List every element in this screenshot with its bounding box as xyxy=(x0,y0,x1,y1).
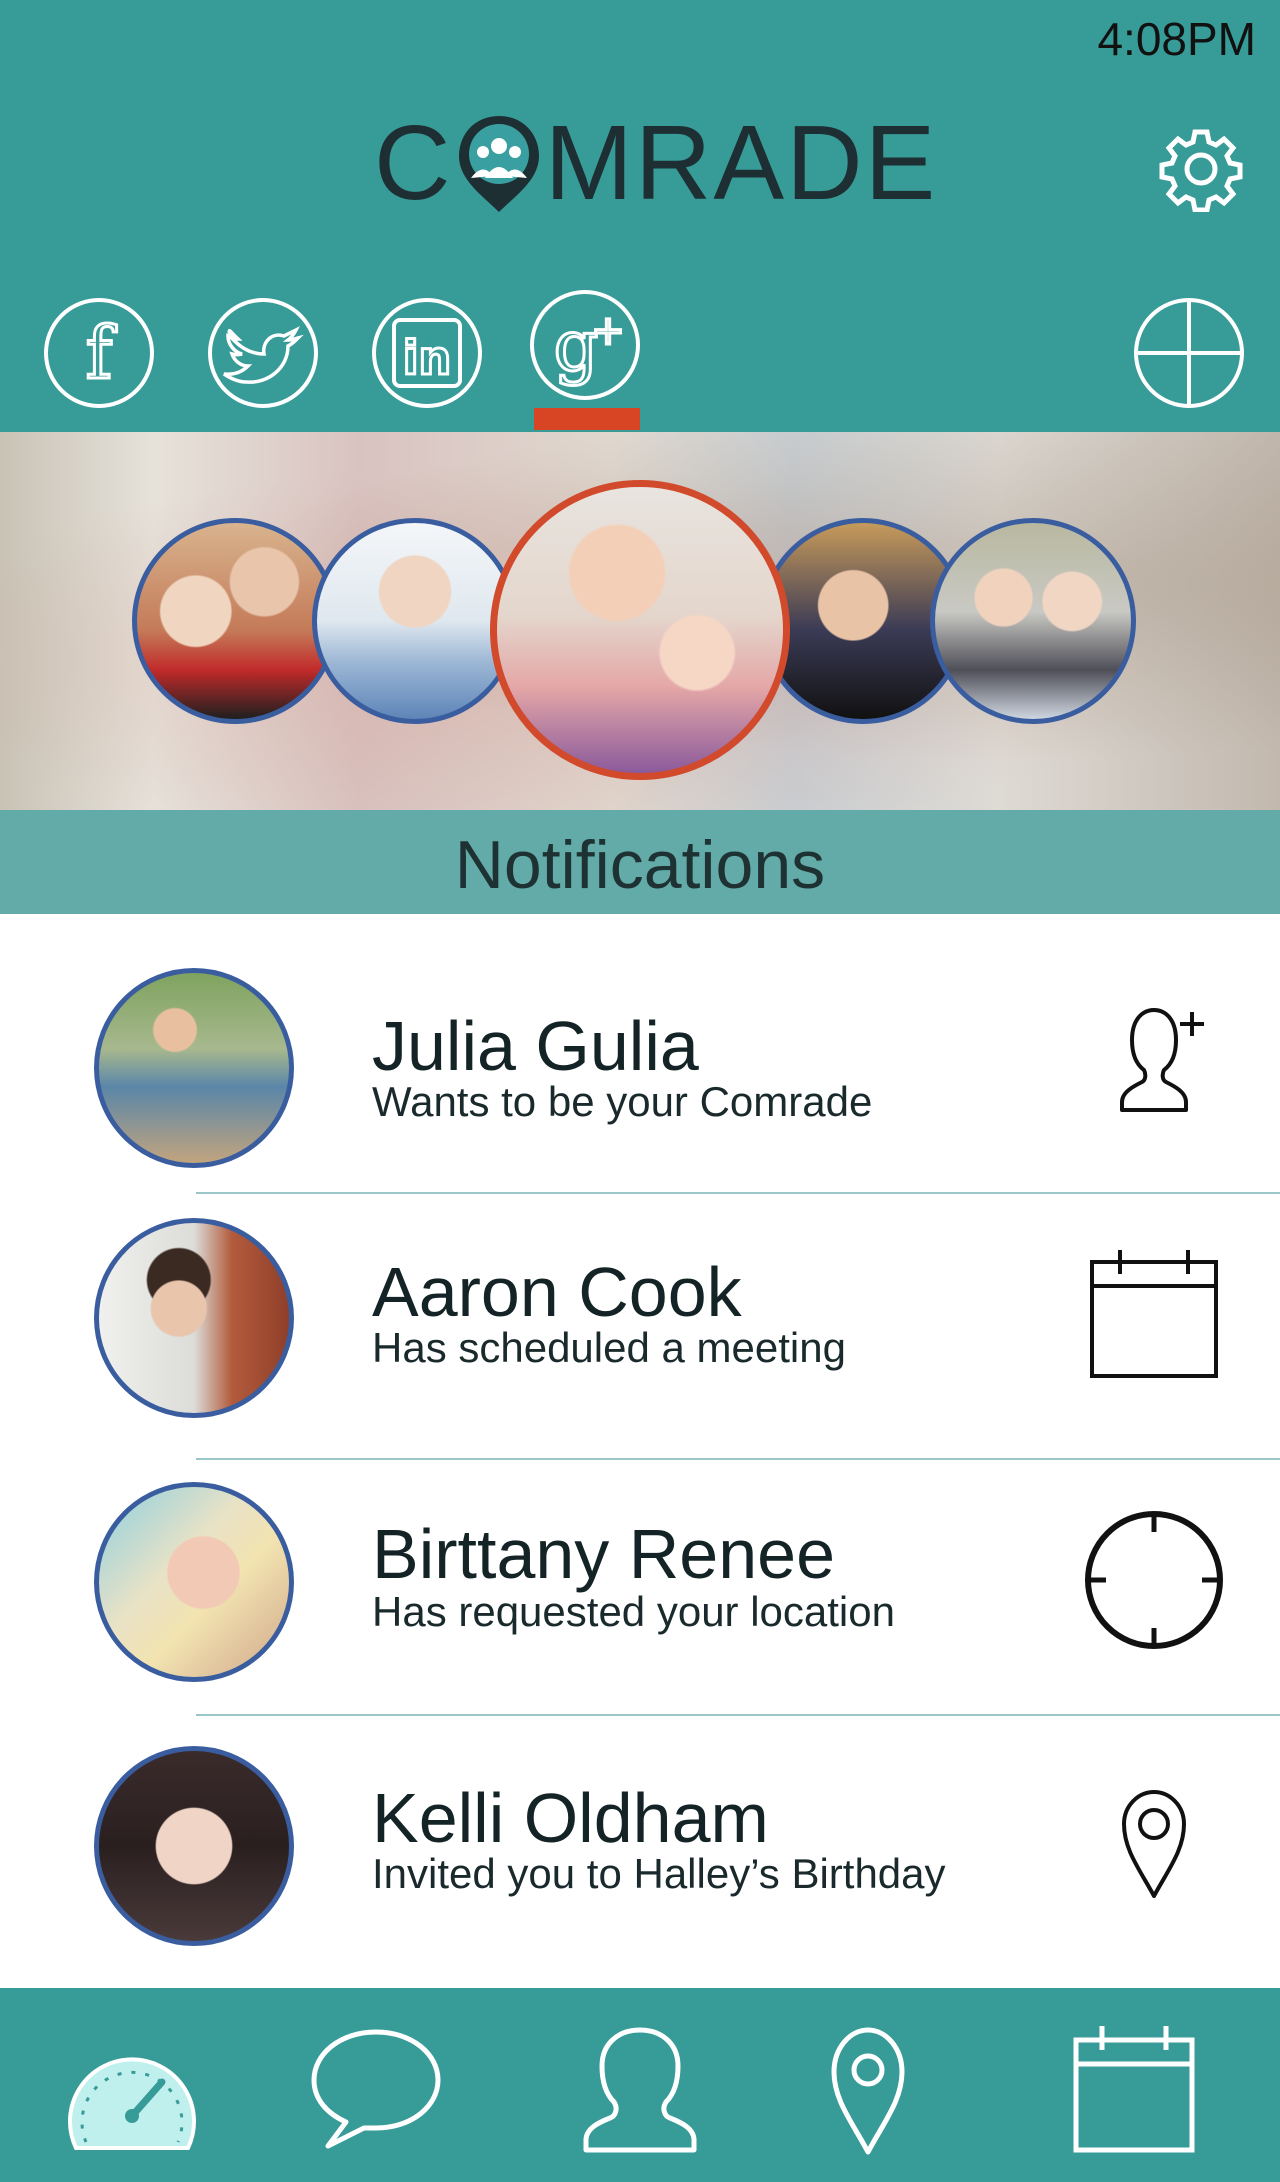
calendar-icon[interactable] xyxy=(1064,2018,1204,2158)
section-title: Notifications xyxy=(454,827,826,903)
linkedin-icon: in xyxy=(372,298,482,408)
plus-icon xyxy=(1134,298,1244,408)
calendar-icon[interactable] xyxy=(1084,1246,1224,1386)
twitter-tab[interactable] xyxy=(206,296,320,410)
notification-message: Invited you to Halley’s Birthday xyxy=(372,1850,946,1897)
notification-message: Has requested your location xyxy=(372,1588,895,1635)
friend-avatar-1[interactable] xyxy=(132,518,338,724)
active-tab-indicator xyxy=(534,408,640,430)
avatar[interactable] xyxy=(94,1218,294,1418)
logo-text-left: C xyxy=(374,104,453,222)
logo-pin-icon xyxy=(453,108,545,218)
friend-avatar-5[interactable] xyxy=(930,518,1136,724)
notification-name: Kelli Oldham xyxy=(372,1779,769,1857)
friend-avatar-2[interactable] xyxy=(312,518,518,724)
status-time: 4:08PM xyxy=(1097,13,1256,65)
person-icon[interactable] xyxy=(570,2018,710,2158)
notification-row[interactable]: Julia Gulia Wants to be your Comrade xyxy=(0,914,1280,1192)
notification-message: Wants to be your Comrade xyxy=(372,1078,873,1125)
avatar[interactable] xyxy=(94,1482,294,1682)
facebook-icon: f xyxy=(44,298,154,408)
svg-text:f: f xyxy=(86,311,117,395)
svg-text:in: in xyxy=(403,331,452,385)
friends-carousel[interactable] xyxy=(0,432,1280,810)
notification-name: Birttany Renee xyxy=(372,1515,836,1593)
notification-name: Aaron Cook xyxy=(372,1253,742,1331)
add-account-button[interactable] xyxy=(1132,296,1246,410)
speedometer-icon[interactable] xyxy=(62,2018,202,2158)
bottom-navigation xyxy=(0,1988,1280,2182)
google-plus-icon: g + xyxy=(530,290,640,400)
map-pin-icon[interactable] xyxy=(798,2018,938,2158)
linkedin-tab[interactable]: in xyxy=(370,296,484,410)
notification-name: Julia Gulia xyxy=(372,1007,699,1085)
map-pin-icon[interactable] xyxy=(1084,1766,1224,1906)
google-plus-tab[interactable]: g + xyxy=(528,288,642,402)
settings-gear-icon[interactable] xyxy=(1158,126,1244,213)
notification-row[interactable]: Kelli Oldham Invited you to Halley’s Bir… xyxy=(0,1716,1280,1988)
logo-text-right: MRADE xyxy=(544,104,938,222)
crosshair-icon[interactable] xyxy=(1084,1510,1224,1650)
facebook-tab[interactable]: f xyxy=(42,296,156,410)
notification-row[interactable]: Birttany Renee Has requested your locati… xyxy=(0,1460,1280,1714)
add-user-icon[interactable] xyxy=(1084,984,1224,1124)
avatar[interactable] xyxy=(94,968,294,1168)
notification-list: Julia Gulia Wants to be your Comrade Aar… xyxy=(0,914,1280,1988)
chat-bubble-icon[interactable] xyxy=(306,2018,446,2158)
notifications-header: Notifications xyxy=(0,810,1280,914)
app-logo: C MRADE xyxy=(374,104,935,222)
avatar[interactable] xyxy=(94,1746,294,1946)
svg-text:+: + xyxy=(591,308,625,354)
notification-row[interactable]: Aaron Cook Has scheduled a meeting xyxy=(0,1194,1280,1458)
notification-message: Has scheduled a meeting xyxy=(372,1324,846,1371)
twitter-icon xyxy=(208,298,318,408)
friend-avatar-selected[interactable] xyxy=(490,480,790,780)
